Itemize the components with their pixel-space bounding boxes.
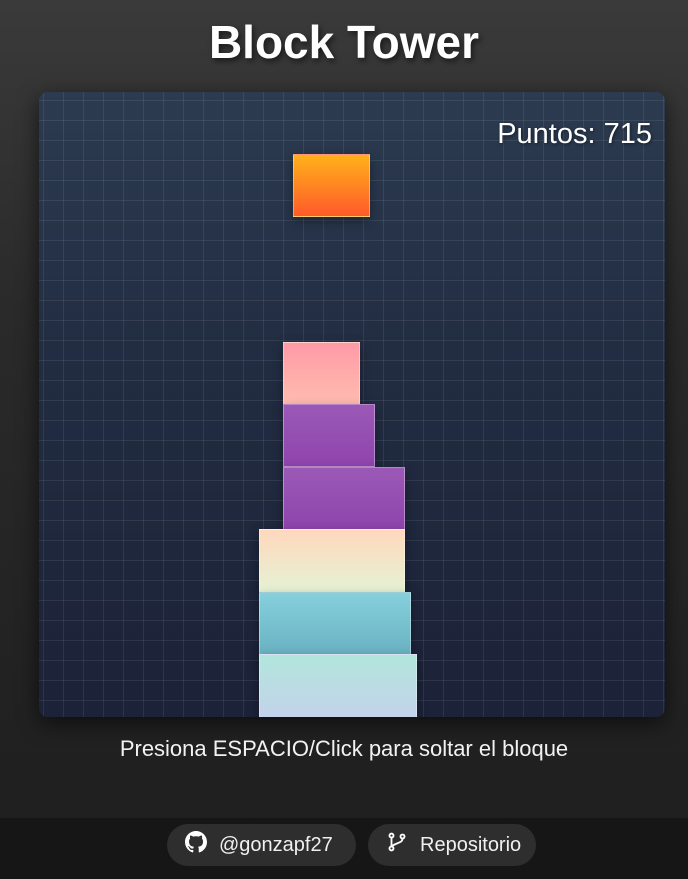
- github-link-button[interactable]: @gonzapf27: [167, 824, 356, 866]
- repository-link-button[interactable]: Repositorio: [368, 824, 536, 866]
- instructions-text: Presiona ESPACIO/Click para soltar el bl…: [119, 736, 569, 761]
- page-title: Block Tower: [208, 16, 480, 68]
- tower-block-4: [283, 467, 405, 530]
- git-branch-icon: [386, 831, 408, 859]
- moving-block: [293, 154, 370, 217]
- tower-block-2: [259, 592, 411, 655]
- github-username: @gonzapf27: [219, 833, 333, 856]
- tower-block-6: [283, 342, 360, 405]
- game-canvas[interactable]: Puntos: 715: [39, 92, 665, 717]
- github-icon: [185, 831, 207, 859]
- footer: @gonzapf27 Repositorio: [0, 818, 688, 879]
- tower-block-5: [283, 404, 375, 467]
- score-display: Puntos: 715: [497, 118, 652, 150]
- repository-label: Repositorio: [420, 833, 522, 856]
- tower-block-1: [259, 654, 417, 717]
- tower-block-3: [259, 529, 405, 592]
